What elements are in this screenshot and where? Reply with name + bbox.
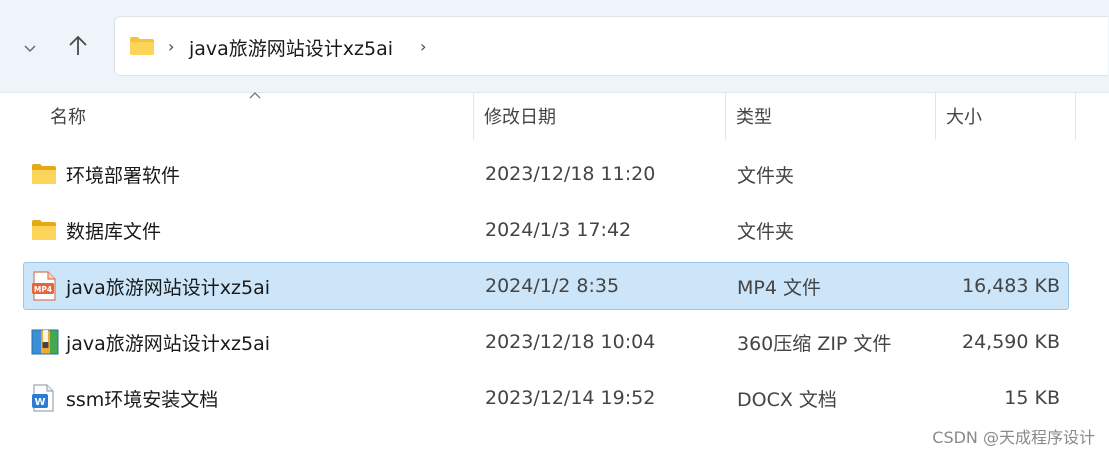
file-row[interactable]: 环境部署软件 2023/12/18 11:20 文件夹: [23, 150, 1069, 198]
svg-text:W: W: [34, 397, 45, 408]
breadcrumb-chevron-icon[interactable]: ›: [168, 37, 174, 56]
file-size: 15 KB: [1004, 387, 1060, 409]
address-bar[interactable]: › java旅游网站设计xz5ai ›: [114, 16, 1108, 76]
file-type: 文件夹: [737, 164, 795, 187]
up-folder-button[interactable]: [60, 30, 96, 66]
column-header-size[interactable]: 大小: [946, 92, 982, 140]
file-size: 16,483 KB: [961, 275, 1060, 297]
breadcrumb-chevron-icon[interactable]: ›: [420, 37, 426, 56]
file-type: DOCX 文档: [737, 388, 837, 411]
file-name: java旅游网站设计xz5ai: [66, 332, 271, 355]
column-divider[interactable]: [1075, 92, 1076, 140]
column-divider[interactable]: [725, 92, 726, 140]
file-date-modified: 2023/12/14 19:52: [485, 387, 656, 409]
chevron-down-icon: [23, 39, 37, 58]
file-row-selected[interactable]: MP4 java旅游网站设计xz5ai 2024/1/2 8:35 MP4 文件…: [23, 262, 1069, 310]
column-divider[interactable]: [935, 92, 936, 140]
file-date-modified: 2024/1/2 8:35: [485, 275, 620, 297]
file-date-modified: 2024/1/3 17:42: [485, 219, 632, 241]
file-size: 24,590 KB: [961, 331, 1060, 353]
file-name: 数据库文件: [66, 220, 162, 243]
sort-ascending-icon: [249, 88, 261, 102]
file-row[interactable]: W ssm环境安装文档 2023/12/14 19:52 DOCX 文档 15 …: [23, 374, 1069, 422]
file-name: 环境部署软件: [66, 164, 181, 187]
file-type: 360压缩 ZIP 文件: [737, 332, 892, 355]
file-date-modified: 2023/12/18 11:20: [485, 163, 656, 185]
word-document-icon: W: [31, 375, 55, 421]
svg-text:MP4: MP4: [34, 285, 52, 294]
file-row[interactable]: 数据库文件 2024/1/3 17:42 文件夹: [23, 206, 1069, 254]
folder-icon: [31, 151, 57, 197]
file-name: ssm环境安装文档: [66, 388, 219, 411]
folder-icon: [129, 36, 155, 60]
mp4-file-icon: MP4: [31, 263, 57, 309]
recent-locations-button[interactable]: [12, 30, 48, 66]
file-row[interactable]: java旅游网站设计xz5ai 2023/12/18 10:04 360压缩 Z…: [23, 318, 1069, 366]
column-header-row: 名称 修改日期 类型 大小: [0, 92, 1109, 140]
column-header-name[interactable]: 名称: [50, 92, 86, 140]
folder-icon: [31, 207, 57, 253]
navigation-bar: › java旅游网站设计xz5ai ›: [0, 0, 1109, 93]
zip-archive-icon: [31, 319, 59, 365]
column-header-date-modified[interactable]: 修改日期: [484, 92, 556, 140]
file-date-modified: 2023/12/18 10:04: [485, 331, 656, 353]
file-type: MP4 文件: [737, 276, 821, 299]
csdn-watermark: CSDN @天成程序设计: [932, 428, 1095, 447]
breadcrumb-current-folder[interactable]: java旅游网站设计xz5ai: [189, 34, 393, 61]
file-name: java旅游网站设计xz5ai: [66, 276, 271, 299]
file-type: 文件夹: [737, 220, 795, 243]
column-divider[interactable]: [473, 92, 474, 140]
arrow-up-icon: [68, 35, 88, 61]
column-header-type[interactable]: 类型: [736, 92, 772, 140]
